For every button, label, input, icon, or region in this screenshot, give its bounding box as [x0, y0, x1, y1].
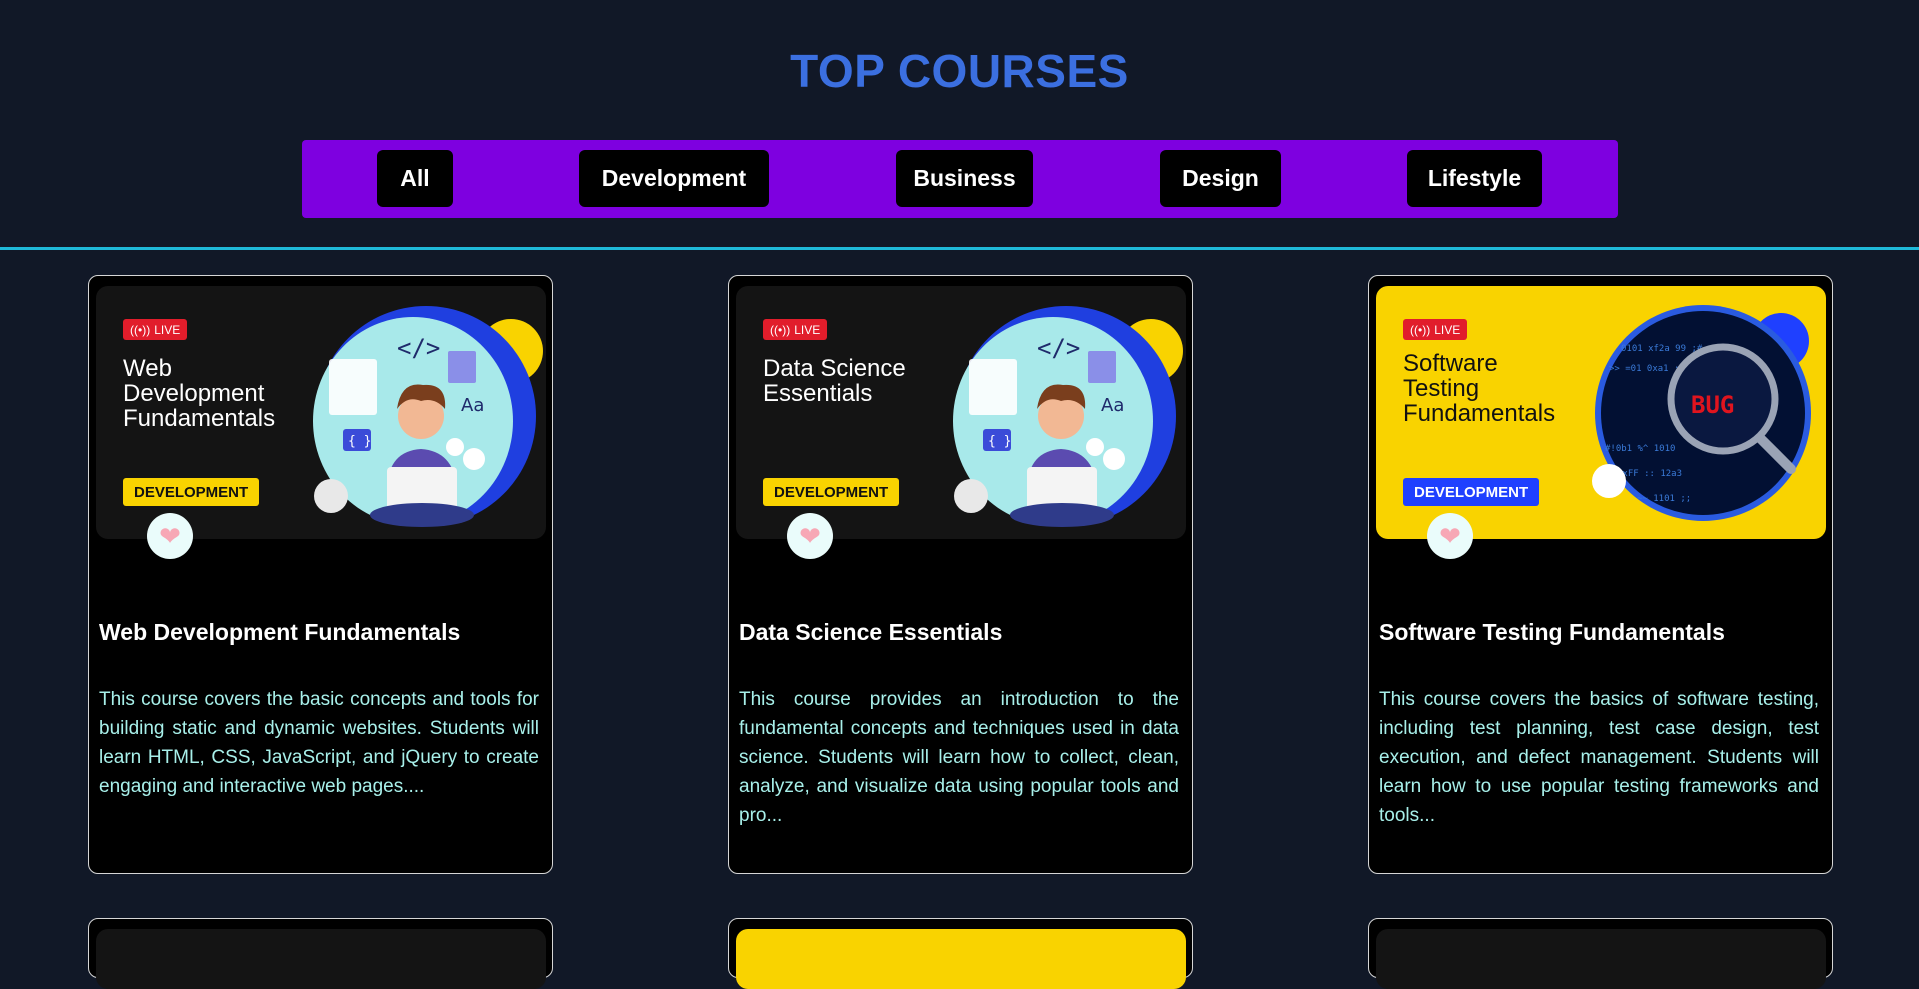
favorite-button[interactable]: ❤ [147, 513, 193, 559]
favorite-button[interactable]: ❤ [787, 513, 833, 559]
bug-magnifier-illustration: 0101 xf2a 99 ;# >> =01 0xa1 :<> #!0b1 %^… [1592, 305, 1811, 521]
course-card[interactable] [88, 918, 553, 989]
course-card[interactable] [1368, 918, 1833, 989]
category-filter-bar: All Development Business Design Lifestyl… [302, 140, 1618, 218]
course-thumbnail [736, 929, 1186, 989]
course-card[interactable]: ((•)) LIVE Data Science Essentials DEVEL… [728, 275, 1193, 874]
course-description: This course covers the basics of softwar… [1379, 689, 1819, 826]
thumbnail-title: Data Science Essentials [763, 355, 906, 407]
live-badge: ((•)) LIVE [763, 319, 828, 340]
live-broadcast-icon: ((•)) [770, 322, 791, 337]
category-badge: DEVELOPMENT [123, 478, 260, 506]
course-thumbnail [96, 929, 546, 989]
category-badge: DEVELOPMENT [1403, 478, 1540, 506]
filter-lifestyle-button[interactable]: Lifestyle [1407, 150, 1542, 207]
filter-all-button[interactable]: All [377, 150, 453, 207]
magnifier-icon: BUG [1691, 391, 1734, 419]
course-card[interactable] [728, 918, 1193, 989]
course-title: Data Science Essentials [739, 619, 1003, 645]
course-card[interactable]: ((•)) LIVE Software Testing Fundamentals… [1368, 275, 1833, 874]
code-icon: </> [1037, 334, 1080, 362]
developer-illustration: </> Aa { } [953, 306, 1183, 527]
course-thumbnail: ((•)) LIVE Software Testing Fundamentals… [1376, 286, 1826, 539]
filter-development-button[interactable]: Development [579, 150, 769, 207]
course-thumbnail: ((•)) LIVE Web Development Fundamentals … [96, 286, 546, 539]
live-badge: ((•)) LIVE [123, 319, 188, 340]
live-broadcast-icon: ((•)) [1410, 322, 1431, 337]
svg-text:#!0b1 %^ 1010: #!0b1 %^ 1010 [1605, 444, 1675, 454]
favorite-button[interactable]: ❤ [1427, 513, 1473, 559]
thumbnail-title: Software Testing Fundamentals [1403, 350, 1556, 427]
filter-business-button[interactable]: Business [896, 150, 1033, 207]
svg-text:~~ 1101 ;;: ~~ 1101 ;; [1637, 494, 1691, 504]
developer-illustration: </> Aa { } [313, 306, 543, 527]
course-description: This course covers the basic concepts an… [99, 689, 539, 797]
code-icon: </> [397, 334, 440, 362]
filter-design-button[interactable]: Design [1160, 150, 1281, 207]
course-card[interactable]: ((•)) LIVE Web Development Fundamentals … [88, 275, 553, 874]
svg-text:0101 xf2a 99 ;#: 0101 xf2a 99 ;# [1621, 344, 1703, 354]
svg-text:Aa: Aa [1101, 395, 1124, 416]
svg-text:{ }: { } [348, 434, 371, 449]
course-thumbnail [1376, 929, 1826, 989]
svg-text:0xFF :: 12a3: 0xFF :: 12a3 [1617, 469, 1682, 479]
course-description: This course provides an introduction to … [739, 689, 1179, 826]
thumbnail-title: Web Development Fundamentals [123, 355, 276, 432]
svg-text:Aa: Aa [461, 395, 484, 416]
heart-icon: ❤ [159, 520, 181, 551]
page-title: TOP COURSES [790, 45, 1129, 97]
course-title: Software Testing Fundamentals [1379, 619, 1725, 645]
heart-icon: ❤ [799, 520, 821, 551]
heart-icon: ❤ [1439, 520, 1461, 551]
svg-text:{ }: { } [988, 434, 1011, 449]
live-broadcast-icon: ((•)) [130, 322, 151, 337]
course-title: Web Development Fundamentals [99, 619, 461, 645]
category-badge: DEVELOPMENT [763, 478, 900, 506]
course-thumbnail: ((•)) LIVE Data Science Essentials DEVEL… [736, 286, 1186, 539]
live-badge: ((•)) LIVE [1403, 319, 1468, 340]
section-divider [0, 247, 1919, 250]
